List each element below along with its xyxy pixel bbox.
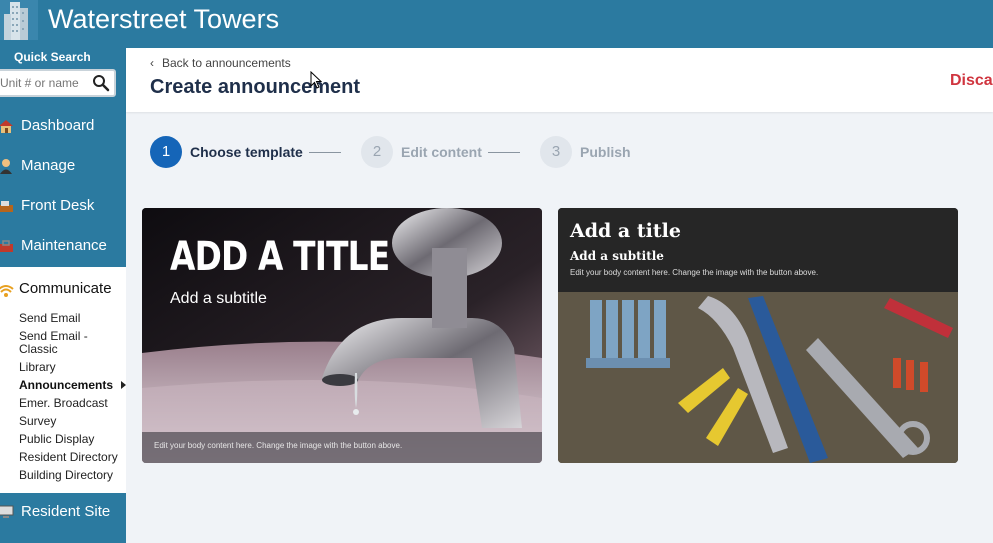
sidebar: Quick Search Dashboard Manage Front Desk… — [0, 48, 126, 543]
quick-search-label: Quick Search — [14, 50, 91, 64]
template-subtitle: Add a subtitle — [570, 249, 664, 263]
person-icon — [0, 159, 12, 174]
step-label: Publish — [580, 144, 631, 160]
wifi-icon — [0, 285, 14, 297]
sidebar-item-label: Communicate — [19, 280, 112, 297]
step-number: 2 — [361, 136, 393, 168]
sidebar-item-front-desk[interactable]: Front Desk — [0, 194, 126, 220]
communicate-panel: Communicate Send Email Send Email - Clas… — [0, 267, 126, 493]
chevron-left-icon: ‹ — [150, 56, 154, 70]
page-header: ‹ Back to announcements Create announceme… — [126, 48, 993, 112]
app-title: Waterstreet Towers — [48, 4, 280, 34]
step-label: Edit content — [401, 144, 482, 160]
mouse-cursor-icon — [310, 71, 322, 89]
sidebar-item-label: Resident Site — [21, 503, 111, 520]
template-subtitle: Add a subtitle — [170, 290, 267, 307]
quick-search-box[interactable] — [0, 69, 116, 97]
template-title: ADD A TITLE — [170, 234, 390, 280]
active-caret-icon — [121, 381, 126, 389]
subnav-library[interactable]: Library — [19, 361, 123, 374]
sidebar-item-dashboard[interactable]: Dashboard — [0, 114, 126, 140]
step-number: 1 — [150, 136, 182, 168]
page-title: Create announcement — [150, 76, 361, 98]
sidebar-item-label: Maintenance — [21, 237, 107, 254]
step-label: Choose template — [190, 144, 303, 160]
quick-search-input[interactable] — [0, 74, 88, 92]
sidebar-item-resident-site[interactable]: Resident Site — [0, 500, 126, 526]
back-link[interactable]: ‹ Back to announcements — [150, 56, 291, 70]
template-card-tools[interactable]: Add a title Add a subtitle Edit your bod… — [558, 208, 958, 463]
template-title: Add a title — [570, 220, 681, 242]
subnav-announcements[interactable]: Announcements — [19, 379, 123, 392]
template-body: Edit your body content here. Change the … — [570, 268, 819, 277]
monitor-icon — [0, 505, 14, 518]
toolbox-icon — [0, 240, 13, 252]
subnav-send-email[interactable]: Send Email — [19, 312, 123, 325]
sidebar-item-communicate[interactable]: Communicate — [0, 279, 126, 303]
house-icon — [0, 120, 13, 133]
sidebar-item-manage[interactable]: Manage — [0, 154, 126, 180]
template-body: Edit your body content here. Change the … — [142, 432, 542, 463]
subnav-building-directory[interactable]: Building Directory — [19, 469, 123, 482]
sidebar-item-maintenance[interactable]: Maintenance — [0, 234, 126, 260]
app-header: Waterstreet Towers — [0, 0, 993, 48]
subnav-survey[interactable]: Survey — [19, 415, 123, 428]
step-number: 3 — [540, 136, 572, 168]
step-connector — [309, 152, 341, 153]
subnav-send-email-classic[interactable]: Send Email - Classic — [19, 330, 123, 356]
back-link-label: Back to announcements — [162, 56, 291, 70]
tools-image — [558, 208, 958, 463]
search-icon[interactable] — [92, 74, 110, 92]
sidebar-item-label: Manage — [21, 157, 76, 174]
desk-icon — [0, 201, 13, 212]
discard-button[interactable]: Discar — [950, 72, 993, 90]
sidebar-item-label: Dashboard — [21, 117, 95, 134]
sidebar-item-label: Front Desk — [21, 197, 95, 214]
subnav-emer-broadcast[interactable]: Emer. Broadcast — [19, 397, 123, 410]
building-logo-icon — [0, 0, 38, 40]
template-card-faucet[interactable]: ADD A TITLE Add a subtitle Edit your bod… — [142, 208, 542, 463]
subnav-resident-directory[interactable]: Resident Directory — [19, 451, 123, 464]
step-connector — [488, 152, 520, 153]
subnav-public-display[interactable]: Public Display — [19, 433, 123, 446]
